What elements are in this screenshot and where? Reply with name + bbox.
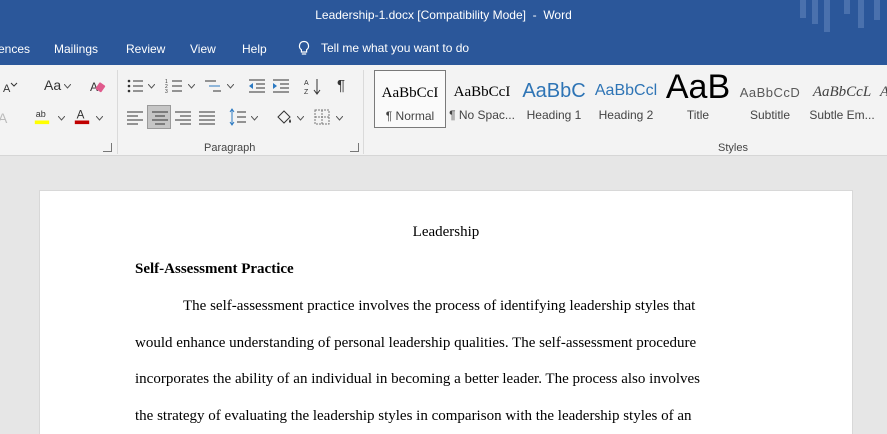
style-name: Subtitle [749,108,791,122]
title-bar-decoration [844,0,850,14]
style-heading-2[interactable]: AaBbCcl Heading 2 [590,70,662,128]
style-name: ¶ No Spac... [449,108,515,122]
style-name: ¶ Normal [385,109,435,123]
justify-icon[interactable] [198,108,216,126]
multilevel-list-icon[interactable] [204,77,222,95]
title-bar-decoration [874,0,880,20]
chevron-down-icon[interactable] [188,84,195,89]
svg-text:3: 3 [165,89,168,95]
style-gallery-overflow[interactable]: A [880,84,887,101]
text-effects-icon[interactable]: A [0,108,14,126]
change-case-label[interactable]: Aa [44,77,61,93]
tab-review[interactable]: Review [126,42,165,56]
style-subtitle[interactable]: AaBbCcD Subtitle [734,70,806,128]
show-formatting-marks-icon[interactable]: ¶ [337,77,345,94]
numbering-icon[interactable]: 123 [165,77,183,95]
style-heading-1[interactable]: AaBbC Heading 1 [518,70,590,128]
text-highlight-icon[interactable]: ab [33,107,51,125]
title-bar-decoration [812,0,818,24]
style-sample: AaBbCcl [594,82,658,99]
window-title: Leadership-1.docx [Compatibility Mode] -… [315,8,572,22]
style-normal[interactable]: AaBbCcI ¶ Normal [374,70,446,128]
style-sample: AaB [665,68,731,106]
paragraph-group-label: Paragraph [204,142,256,154]
increase-indent-icon[interactable] [272,77,290,95]
tab-references[interactable]: ences [0,42,30,56]
style-sample: AaBbCcI [453,84,511,100]
align-right-icon[interactable] [174,108,192,126]
bullets-icon[interactable] [126,77,144,95]
align-center-button[interactable] [147,105,171,129]
document-page[interactable]: Leadership Self-Assessment Practice The … [39,190,853,434]
chevron-down-icon[interactable] [227,84,234,89]
font-dialog-launcher[interactable] [103,143,112,152]
chevron-down-icon[interactable] [96,116,103,121]
style-title[interactable]: AaB Title [662,68,734,128]
font-color-icon[interactable]: A [73,107,91,125]
title-bar: Leadership-1.docx [Compatibility Mode] -… [0,0,887,32]
paragraph-dialog-launcher[interactable] [350,143,359,152]
group-separator [363,70,364,154]
paragraph-line[interactable]: incorporates the ability of an individua… [135,371,700,388]
line-spacing-icon[interactable] [229,108,247,126]
title-bar-decoration [824,0,830,32]
borders-icon[interactable] [313,108,331,126]
style-sample: AaBbCcL [812,84,872,100]
style-sample: AaBbCcI [381,85,439,101]
style-name: Heading 2 [598,108,654,122]
style-sample: AaBbC [522,80,586,102]
style-name: Heading 1 [526,108,582,122]
tab-help[interactable]: Help [242,42,267,56]
document-title[interactable]: Leadership [40,224,852,241]
chevron-down-icon[interactable] [336,116,343,121]
chevron-down-icon[interactable] [58,116,65,121]
style-name: Title [686,108,710,122]
chevron-down-icon[interactable] [251,116,258,121]
svg-text:A: A [3,83,11,95]
tell-me-label: Tell me what you want to do [321,41,470,55]
chevron-down-icon[interactable] [64,84,71,89]
ribbon: A Aa A A ab A 123 AZ ¶ Paragraph AaBbCcI… [0,65,887,156]
decrease-indent-icon[interactable] [248,77,266,95]
title-bar-decoration [858,0,864,28]
tell-me-box[interactable]: Tell me what you want to do [297,40,469,56]
svg-text:Z: Z [304,89,309,95]
shrink-font-icon[interactable]: A [0,77,18,95]
section-heading[interactable]: Self-Assessment Practice [135,261,294,278]
clear-formatting-icon[interactable]: A [88,77,106,95]
shading-icon[interactable] [275,108,293,126]
chevron-down-icon[interactable] [297,116,304,121]
group-separator [117,70,118,154]
styles-group-label: Styles [718,142,748,154]
document-canvas[interactable]: Leadership Self-Assessment Practice The … [0,156,887,434]
sort-icon[interactable]: AZ [304,77,322,95]
paragraph-line[interactable]: The self-assessment practice involves th… [183,298,695,315]
svg-text:A: A [0,110,8,126]
align-center-icon [152,111,168,125]
title-bar-decoration [800,0,806,18]
svg-text:ab: ab [36,109,46,119]
style-sample: AaBbCcD [739,85,801,100]
tab-mailings[interactable]: Mailings [54,42,98,56]
ribbon-tabs: ences Mailings Review View Help Tell me … [0,32,887,65]
paragraph-line[interactable]: the strategy of evaluating the leadershi… [135,408,692,425]
style-subtle-emphasis[interactable]: AaBbCcL Subtle Em... [806,70,878,128]
tab-view[interactable]: View [190,42,216,56]
paragraph-line[interactable]: would enhance understanding of personal … [135,335,696,352]
lightbulb-icon [298,40,310,55]
svg-text:A: A [77,109,85,122]
chevron-down-icon[interactable] [148,84,155,89]
style-no-spacing[interactable]: AaBbCcI ¶ No Spac... [446,70,518,128]
align-left-icon[interactable] [126,108,144,126]
svg-text:A: A [304,80,309,87]
style-name: Subtle Em... [809,108,875,122]
